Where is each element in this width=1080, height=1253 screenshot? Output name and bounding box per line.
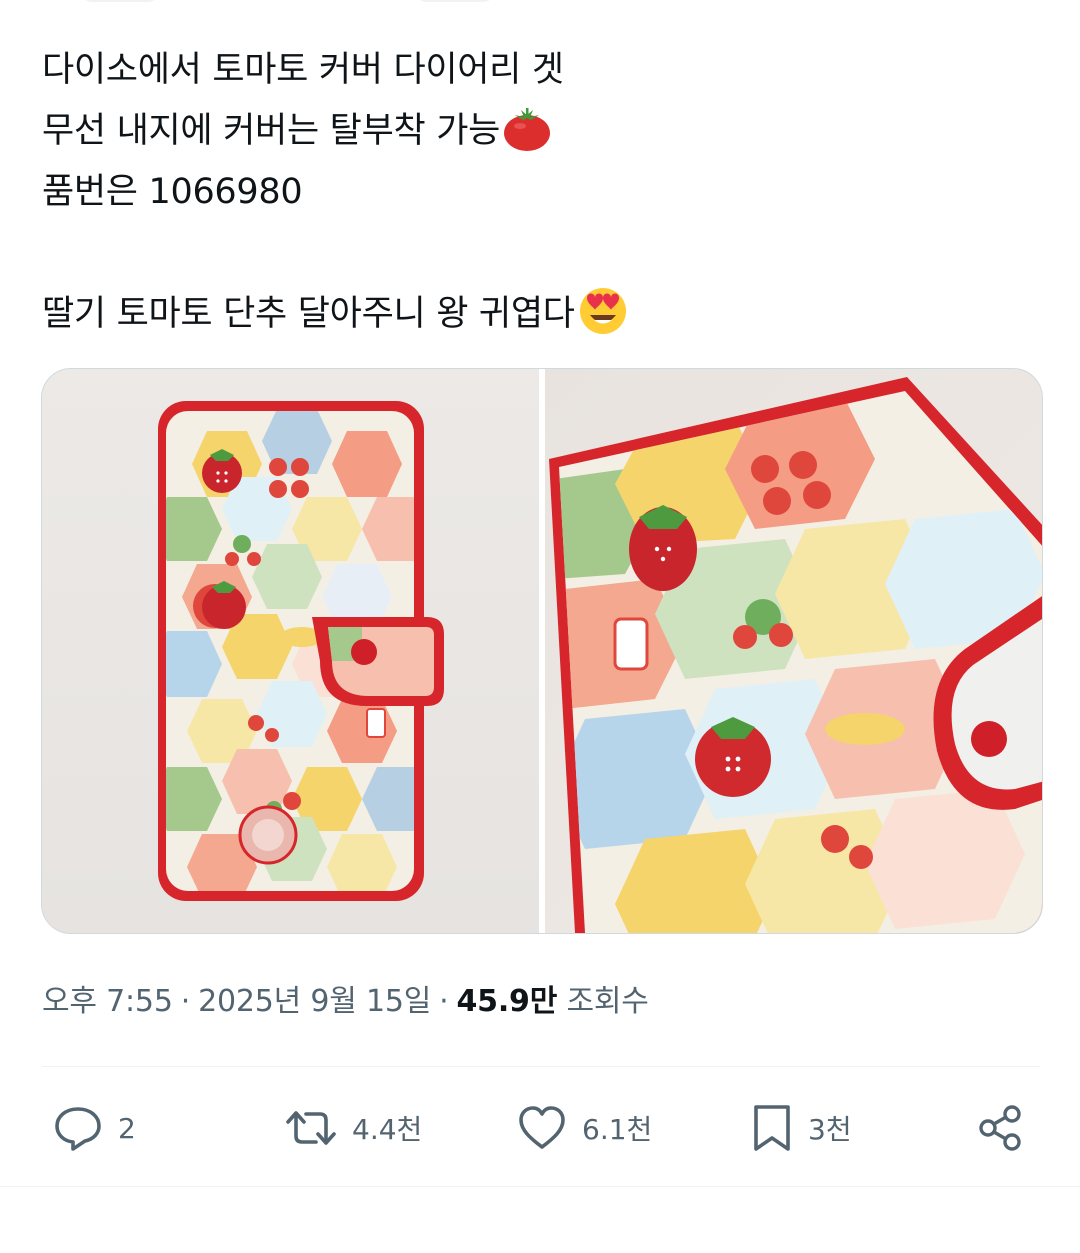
reply-icon — [52, 1104, 104, 1152]
share-icon — [976, 1103, 1026, 1153]
tweet-line: 다이소에서 토마토 커버 다이어리 겟 — [42, 40, 1042, 101]
reply-button[interactable]: 2 — [52, 1098, 136, 1158]
tweet-line-text: 다이소에서 토마토 커버 다이어리 겟 — [42, 50, 564, 90]
tweet-meta: 오후 7:55 · 2025년 9월 15일 · 45.9만 조회수 — [42, 976, 649, 1020]
bookmark-count: 3천 — [808, 1113, 852, 1146]
photo-diary-closeup[interactable] — [545, 369, 1042, 933]
separator-dot: · — [180, 984, 191, 1019]
tweet-date[interactable]: 2025년 9월 15일 — [198, 984, 431, 1019]
previous-item-edge — [80, 0, 160, 2]
photo-diary-front[interactable] — [42, 369, 539, 933]
media-grid — [41, 368, 1043, 934]
tweet-time[interactable]: 오후 7:55 — [42, 984, 173, 1019]
views-label: 조회수 — [566, 984, 649, 1019]
tweet-line-text: 딸기 토마토 단추 달아주니 왕 귀엽다 — [42, 294, 575, 334]
tweet-text: 다이소에서 토마토 커버 다이어리 겟 무선 내지에 커버는 탈부착 가능 품번… — [42, 40, 1042, 345]
tweet-line-text: 무선 내지에 커버는 탈부착 가능 — [42, 111, 501, 151]
share-button[interactable] — [976, 1098, 1026, 1158]
repost-icon — [284, 1104, 338, 1152]
like-button[interactable]: 6.1천 — [516, 1098, 652, 1158]
previous-item-edge — [415, 0, 495, 2]
tomato-emoji — [502, 106, 552, 172]
bookmark-button[interactable]: 3천 — [750, 1098, 852, 1158]
tweet-line: 딸기 토마토 단추 달아주니 왕 귀엽다 — [42, 284, 1042, 345]
heart-eyes-emoji — [577, 285, 629, 355]
tweet-line-text: 품번은 1066980 — [42, 172, 303, 212]
repost-button[interactable]: 4.4천 — [284, 1098, 422, 1158]
heart-icon — [516, 1104, 568, 1152]
repost-count: 4.4천 — [352, 1113, 423, 1146]
views-count: 45.9만 — [456, 984, 558, 1019]
top-edge — [0, 0, 1080, 4]
action-bar: 2 4.4천 6.1천 3천 — [0, 1098, 1080, 1158]
separator-dot: · — [439, 984, 449, 1019]
reply-count: 2 — [118, 1111, 136, 1145]
divider — [42, 1066, 1040, 1067]
tweet-line: 무선 내지에 커버는 탈부착 가능 — [42, 101, 1042, 162]
like-count: 6.1천 — [582, 1113, 653, 1146]
bookmark-icon — [750, 1103, 794, 1153]
divider — [0, 1186, 1080, 1187]
